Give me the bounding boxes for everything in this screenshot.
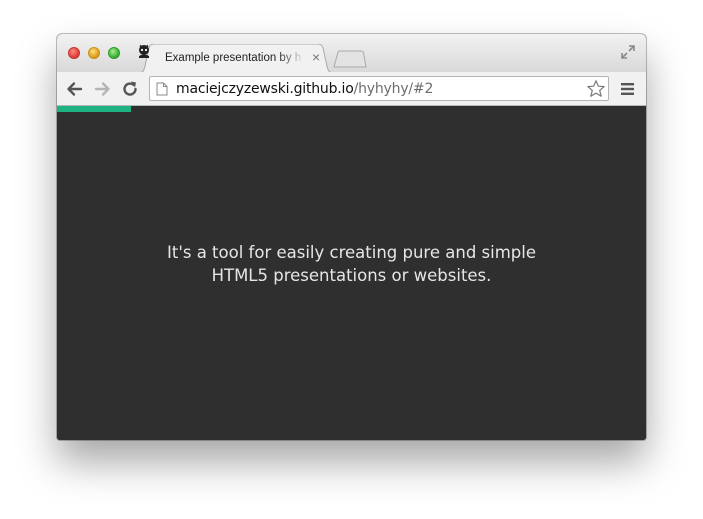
slide-text-line-1: It's a tool for easily creating pure and…: [166, 243, 536, 262]
octocat-icon: [139, 44, 149, 58]
screen: Example presentation by h × maciejczyzew…: [0, 0, 703, 519]
slide-progress-fill: [57, 106, 131, 112]
tab-close-icon[interactable]: ×: [312, 49, 320, 65]
menu-icon[interactable]: [620, 81, 636, 97]
reload-icon[interactable]: [120, 79, 140, 99]
slide-text-line-2: HTML5 presentations or websites.: [211, 266, 492, 285]
slide-text: It's a tool for easily creating pure and…: [57, 241, 646, 287]
page-icon: [156, 82, 168, 96]
back-arrow-icon[interactable]: [65, 79, 85, 99]
browser-window: Example presentation by h × maciejczyzew…: [57, 34, 646, 440]
address-bar[interactable]: maciejczyzewski.github.io/hyhyhy/#2: [149, 76, 609, 101]
new-tab-button[interactable]: [333, 50, 367, 68]
slide-progress-bar: [57, 106, 646, 112]
url-text[interactable]: maciejczyzewski.github.io/hyhyhy/#2: [176, 81, 433, 97]
minimize-window-button[interactable]: [88, 47, 100, 59]
zoom-window-button[interactable]: [108, 47, 120, 59]
url-host: maciejczyzewski.github.io: [176, 81, 354, 97]
tab-active[interactable]: Example presentation by h ×: [137, 44, 335, 73]
url-path: /hyhyhy/#2: [353, 81, 434, 97]
fullscreen-icon[interactable]: [621, 45, 635, 59]
browser-toolbar: maciejczyzewski.github.io/hyhyhy/#2: [57, 72, 646, 106]
forward-arrow-icon[interactable]: [92, 79, 112, 99]
star-icon[interactable]: [586, 79, 606, 99]
page-content: It's a tool for easily creating pure and…: [57, 106, 646, 440]
title-bar: Example presentation by h ×: [57, 34, 646, 73]
tab-title: Example presentation by h: [165, 52, 302, 64]
close-window-button[interactable]: [68, 47, 80, 59]
